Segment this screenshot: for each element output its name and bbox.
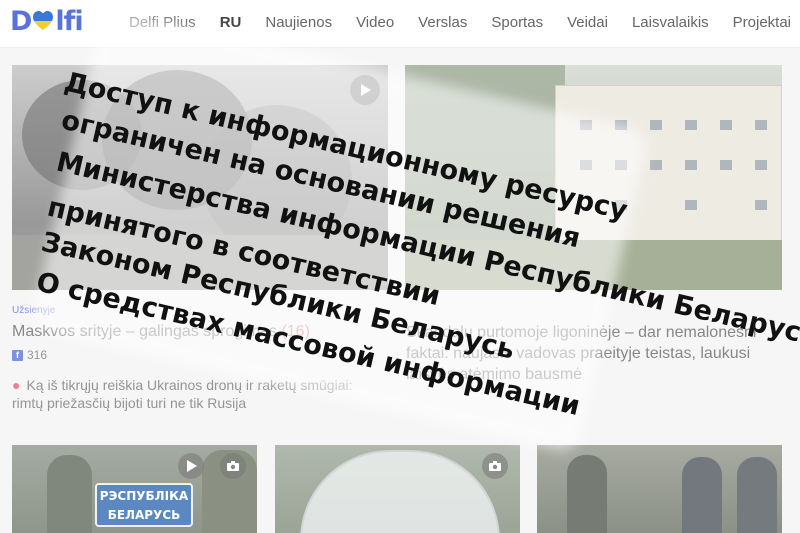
main-nav: Delfi Plius RU Naujienos Video Verslas S… xyxy=(129,14,800,34)
block-overlay xyxy=(0,48,800,533)
logo-letters-lfi: lfi xyxy=(55,6,83,37)
ukraine-heart-icon xyxy=(32,8,54,30)
nav-item-delfi-plius[interactable]: Delfi Plius xyxy=(129,14,196,34)
delfi-logo[interactable]: Dlfi xyxy=(10,6,88,38)
nav-item-veidai[interactable]: Veidai xyxy=(567,14,608,34)
logo-letter-d: D xyxy=(10,6,32,37)
nav-item-projektai[interactable]: Projektai xyxy=(733,14,791,34)
nav-item-naujienos[interactable]: Naujienos xyxy=(265,14,332,34)
nav-item-verslas[interactable]: Verslas xyxy=(418,14,467,34)
nav-item-sportas[interactable]: Sportas xyxy=(491,14,543,34)
nav-item-ru[interactable]: RU xyxy=(220,14,242,34)
site-header: Dlfi Delfi Plius RU Naujienos Video Vers… xyxy=(0,0,800,48)
nav-item-laisvalaikis[interactable]: Laisvalaikis xyxy=(632,14,709,34)
nav-item-video[interactable]: Video xyxy=(356,14,394,34)
